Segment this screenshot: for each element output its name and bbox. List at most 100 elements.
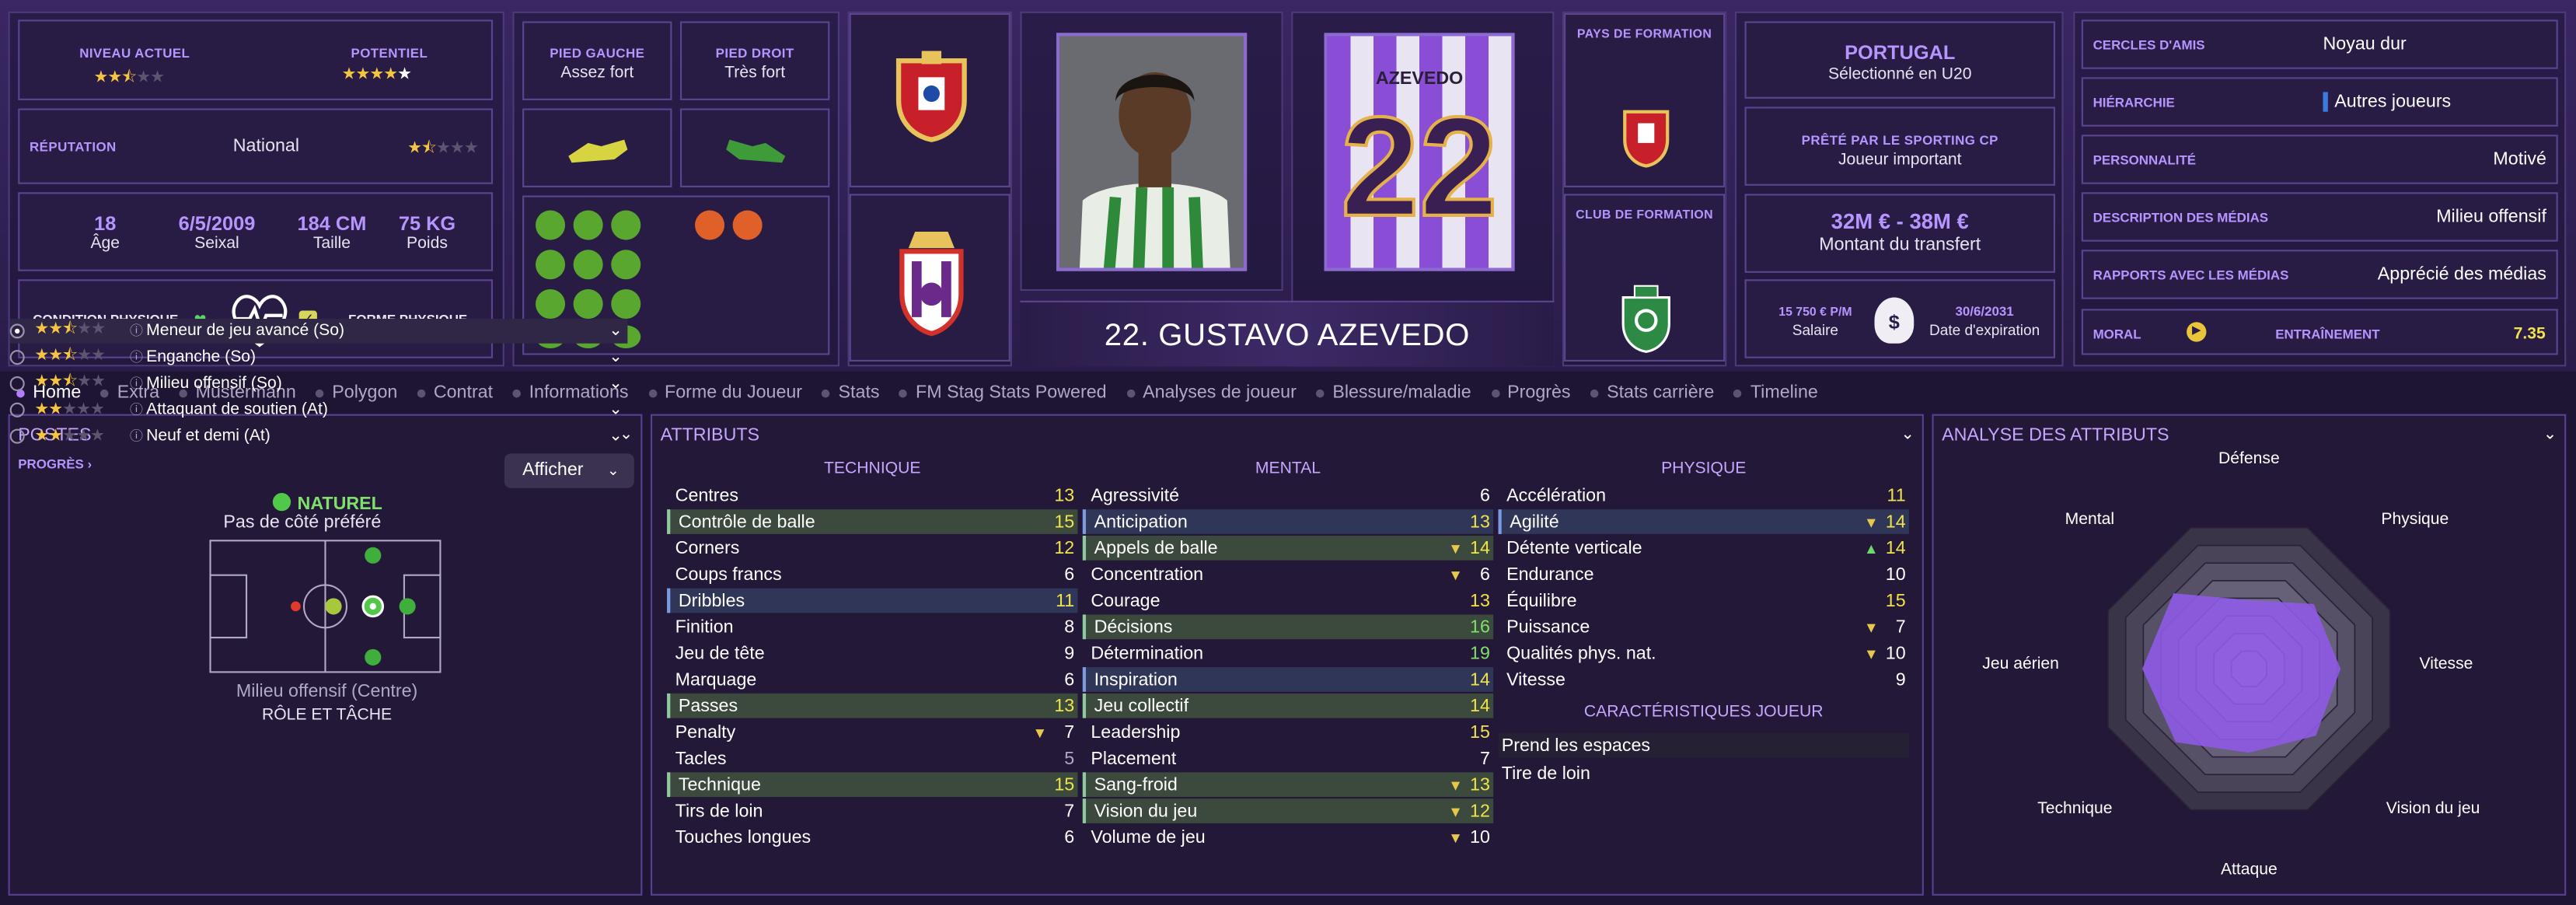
attribute-row[interactable]: Marquage 6	[667, 667, 1077, 692]
role-radio[interactable]	[9, 323, 25, 339]
role-row[interactable]: ★★★★★ ⓘ Neuf et demi (At) ⌄	[9, 424, 628, 449]
birth-date: 6/5/2009	[178, 211, 256, 236]
moral-play-icon: ▶	[2187, 322, 2207, 342]
tab-stats-carri-re[interactable]: Stats carrière	[1590, 383, 1714, 403]
attribute-value: 7	[1064, 801, 1075, 821]
attribute-row[interactable]: Anticipation 13	[1082, 509, 1494, 534]
attribute-row[interactable]: Passes 13	[667, 693, 1078, 718]
attribute-row[interactable]: Contrôle de balle 15	[667, 509, 1078, 534]
tab-blessure-maladie[interactable]: Blessure/maladie	[1316, 383, 1471, 403]
attribute-row[interactable]: Détermination 19	[1083, 641, 1493, 666]
player-trait[interactable]: Prend les espaces	[1498, 732, 1909, 758]
tab-stats[interactable]: Stats	[822, 383, 880, 403]
shirt-name: AZEVEDO	[1375, 68, 1464, 89]
radar-value-area	[2141, 593, 2341, 753]
right-boot-box	[679, 108, 830, 187]
attribute-row[interactable]: Jeu collectif 14	[1082, 693, 1494, 718]
attribute-row[interactable]: Placement 7	[1083, 746, 1493, 771]
role-row[interactable]: ★★★★★ ⓘ Attaquant de soutien (At) ⌄	[9, 397, 628, 422]
role-expand-icon[interactable]: ⌄	[609, 322, 623, 340]
tab-analyses-de-joueur[interactable]: Analyses de joueur	[1126, 383, 1297, 403]
attribute-value: 15	[1470, 722, 1490, 743]
attribute-row[interactable]: Qualités phys. nat. ▼ 10	[1499, 641, 1909, 666]
arrow-up-icon: ▲	[1863, 540, 1879, 557]
role-row[interactable]: ★★⯪★★ ⓘ Enganche (So) ⌄	[9, 345, 628, 370]
portugal-crest-icon	[895, 51, 967, 142]
attribute-row[interactable]: Agilité ▼ 14	[1498, 509, 1909, 534]
attribute-row[interactable]: Vision du jeu ▼ 12	[1082, 798, 1494, 823]
role-radio[interactable]	[9, 428, 25, 444]
attribute-row[interactable]: Penalty ▼ 7	[667, 720, 1077, 745]
attribute-row[interactable]: Inspiration 14	[1082, 667, 1494, 692]
trait-icon-3[interactable]	[611, 210, 641, 240]
mental-header: MENTAL	[1255, 459, 1321, 479]
attribute-name: Passes	[678, 696, 738, 716]
attribute-value: 9	[1064, 643, 1075, 663]
attribute-row[interactable]: Endurance 10	[1499, 562, 1909, 587]
attributes-collapse-icon[interactable]: ⌄	[1901, 425, 1915, 443]
preferred-side: Pas de côté préféré	[223, 512, 382, 533]
role-expand-icon[interactable]: ⌄	[609, 375, 623, 393]
info-icon[interactable]: ⓘ	[130, 375, 143, 393]
trait-icon-1[interactable]	[536, 210, 566, 240]
trait-icon-8[interactable]	[573, 288, 603, 320]
attribute-name: Jeu collectif	[1094, 696, 1189, 716]
role-expand-icon[interactable]: ⌄	[609, 428, 623, 446]
attribute-row[interactable]: Vitesse 9	[1499, 667, 1909, 692]
afficher-dropdown[interactable]: Afficher ⌄	[504, 453, 634, 488]
trait-icon-5[interactable]	[573, 250, 603, 280]
attribute-row[interactable]: Décisions 16	[1082, 614, 1494, 640]
valladolid-crest-icon	[899, 232, 964, 337]
role-row[interactable]: ★★⯪★★ ⓘ Milieu offensif (So) ⌄	[9, 372, 628, 397]
info-icon[interactable]: ⓘ	[130, 401, 143, 419]
attribute-row[interactable]: Courage 13	[1083, 589, 1493, 613]
attribute-row[interactable]: Corners 12	[667, 536, 1077, 561]
role-radio[interactable]	[9, 350, 25, 365]
attribute-name: Finition	[675, 617, 734, 637]
attribute-value: 9	[1895, 669, 1906, 690]
trait-icon-9[interactable]	[611, 288, 641, 320]
role-expand-icon[interactable]: ⌄	[609, 348, 623, 366]
tab-progr-s[interactable]: Progrès	[1491, 383, 1571, 403]
info-icon[interactable]: ⓘ	[130, 428, 143, 446]
attribute-row[interactable]: Dribbles 11	[667, 588, 1078, 613]
trait-icon-6[interactable]	[611, 250, 641, 280]
trait-icon-7[interactable]	[536, 288, 566, 320]
trait-icon-4[interactable]	[536, 250, 566, 280]
info-icon[interactable]: ⓘ	[130, 322, 143, 340]
attribute-row[interactable]: Tirs de loin 7	[667, 798, 1077, 823]
info-icon[interactable]: ⓘ	[130, 348, 143, 366]
attribute-row[interactable]: Équilibre 15	[1499, 589, 1909, 613]
role-stars: ★★★★★	[34, 427, 105, 446]
attribute-row[interactable]: Détente verticale ▲ 14	[1499, 536, 1909, 561]
attribute-row[interactable]: Accélération 11	[1499, 483, 1909, 508]
warning-icon-1[interactable]	[695, 210, 725, 240]
attribute-row[interactable]: Volume de jeu ▼ 10	[1083, 825, 1493, 850]
attribute-row[interactable]: Tacles 5	[667, 746, 1077, 771]
attribute-row[interactable]: Touches longues 6	[667, 825, 1077, 850]
attribute-row[interactable]: Sang-froid ▼ 13	[1082, 772, 1494, 798]
attribute-row[interactable]: Agressivité 6	[1083, 483, 1493, 508]
attribute-row[interactable]: Concentration ▼ 6	[1083, 562, 1493, 587]
role-row[interactable]: ★★⯪★★ ⓘ Meneur de jeu avancé (So) ⌄	[9, 319, 628, 344]
warning-icon-2[interactable]	[732, 210, 763, 240]
role-expand-icon[interactable]: ⌄	[609, 401, 623, 419]
tab-forme-du-joueur[interactable]: Forme du Joueur	[647, 383, 802, 403]
attribute-row[interactable]: Leadership 15	[1083, 720, 1493, 745]
player-trait[interactable]: Tire de loin	[1499, 761, 1909, 786]
attribute-row[interactable]: Appels de balle ▼ 14	[1082, 536, 1494, 561]
role-radio[interactable]	[9, 402, 25, 418]
right-foot-label: PIED DROIT	[715, 46, 794, 61]
attribute-row[interactable]: Jeu de tête 9	[667, 641, 1077, 666]
tab-fm-stag-stats-powered[interactable]: FM Stag Stats Powered	[899, 383, 1107, 403]
attribute-row[interactable]: Puissance ▼ 7	[1499, 614, 1909, 639]
tab-timeline[interactable]: Timeline	[1733, 383, 1818, 403]
trait-icon-2[interactable]	[573, 210, 603, 240]
club-formation-box: CLUB DE FORMATION	[1564, 194, 1726, 362]
attribute-row[interactable]: Finition 8	[667, 614, 1077, 639]
progres-link[interactable]: PROGRÈS ›	[18, 457, 92, 472]
attribute-row[interactable]: Coups francs 6	[667, 562, 1077, 587]
attribute-row[interactable]: Technique 15	[667, 772, 1078, 798]
attribute-row[interactable]: Centres 13	[667, 483, 1077, 508]
role-radio[interactable]	[9, 376, 25, 392]
